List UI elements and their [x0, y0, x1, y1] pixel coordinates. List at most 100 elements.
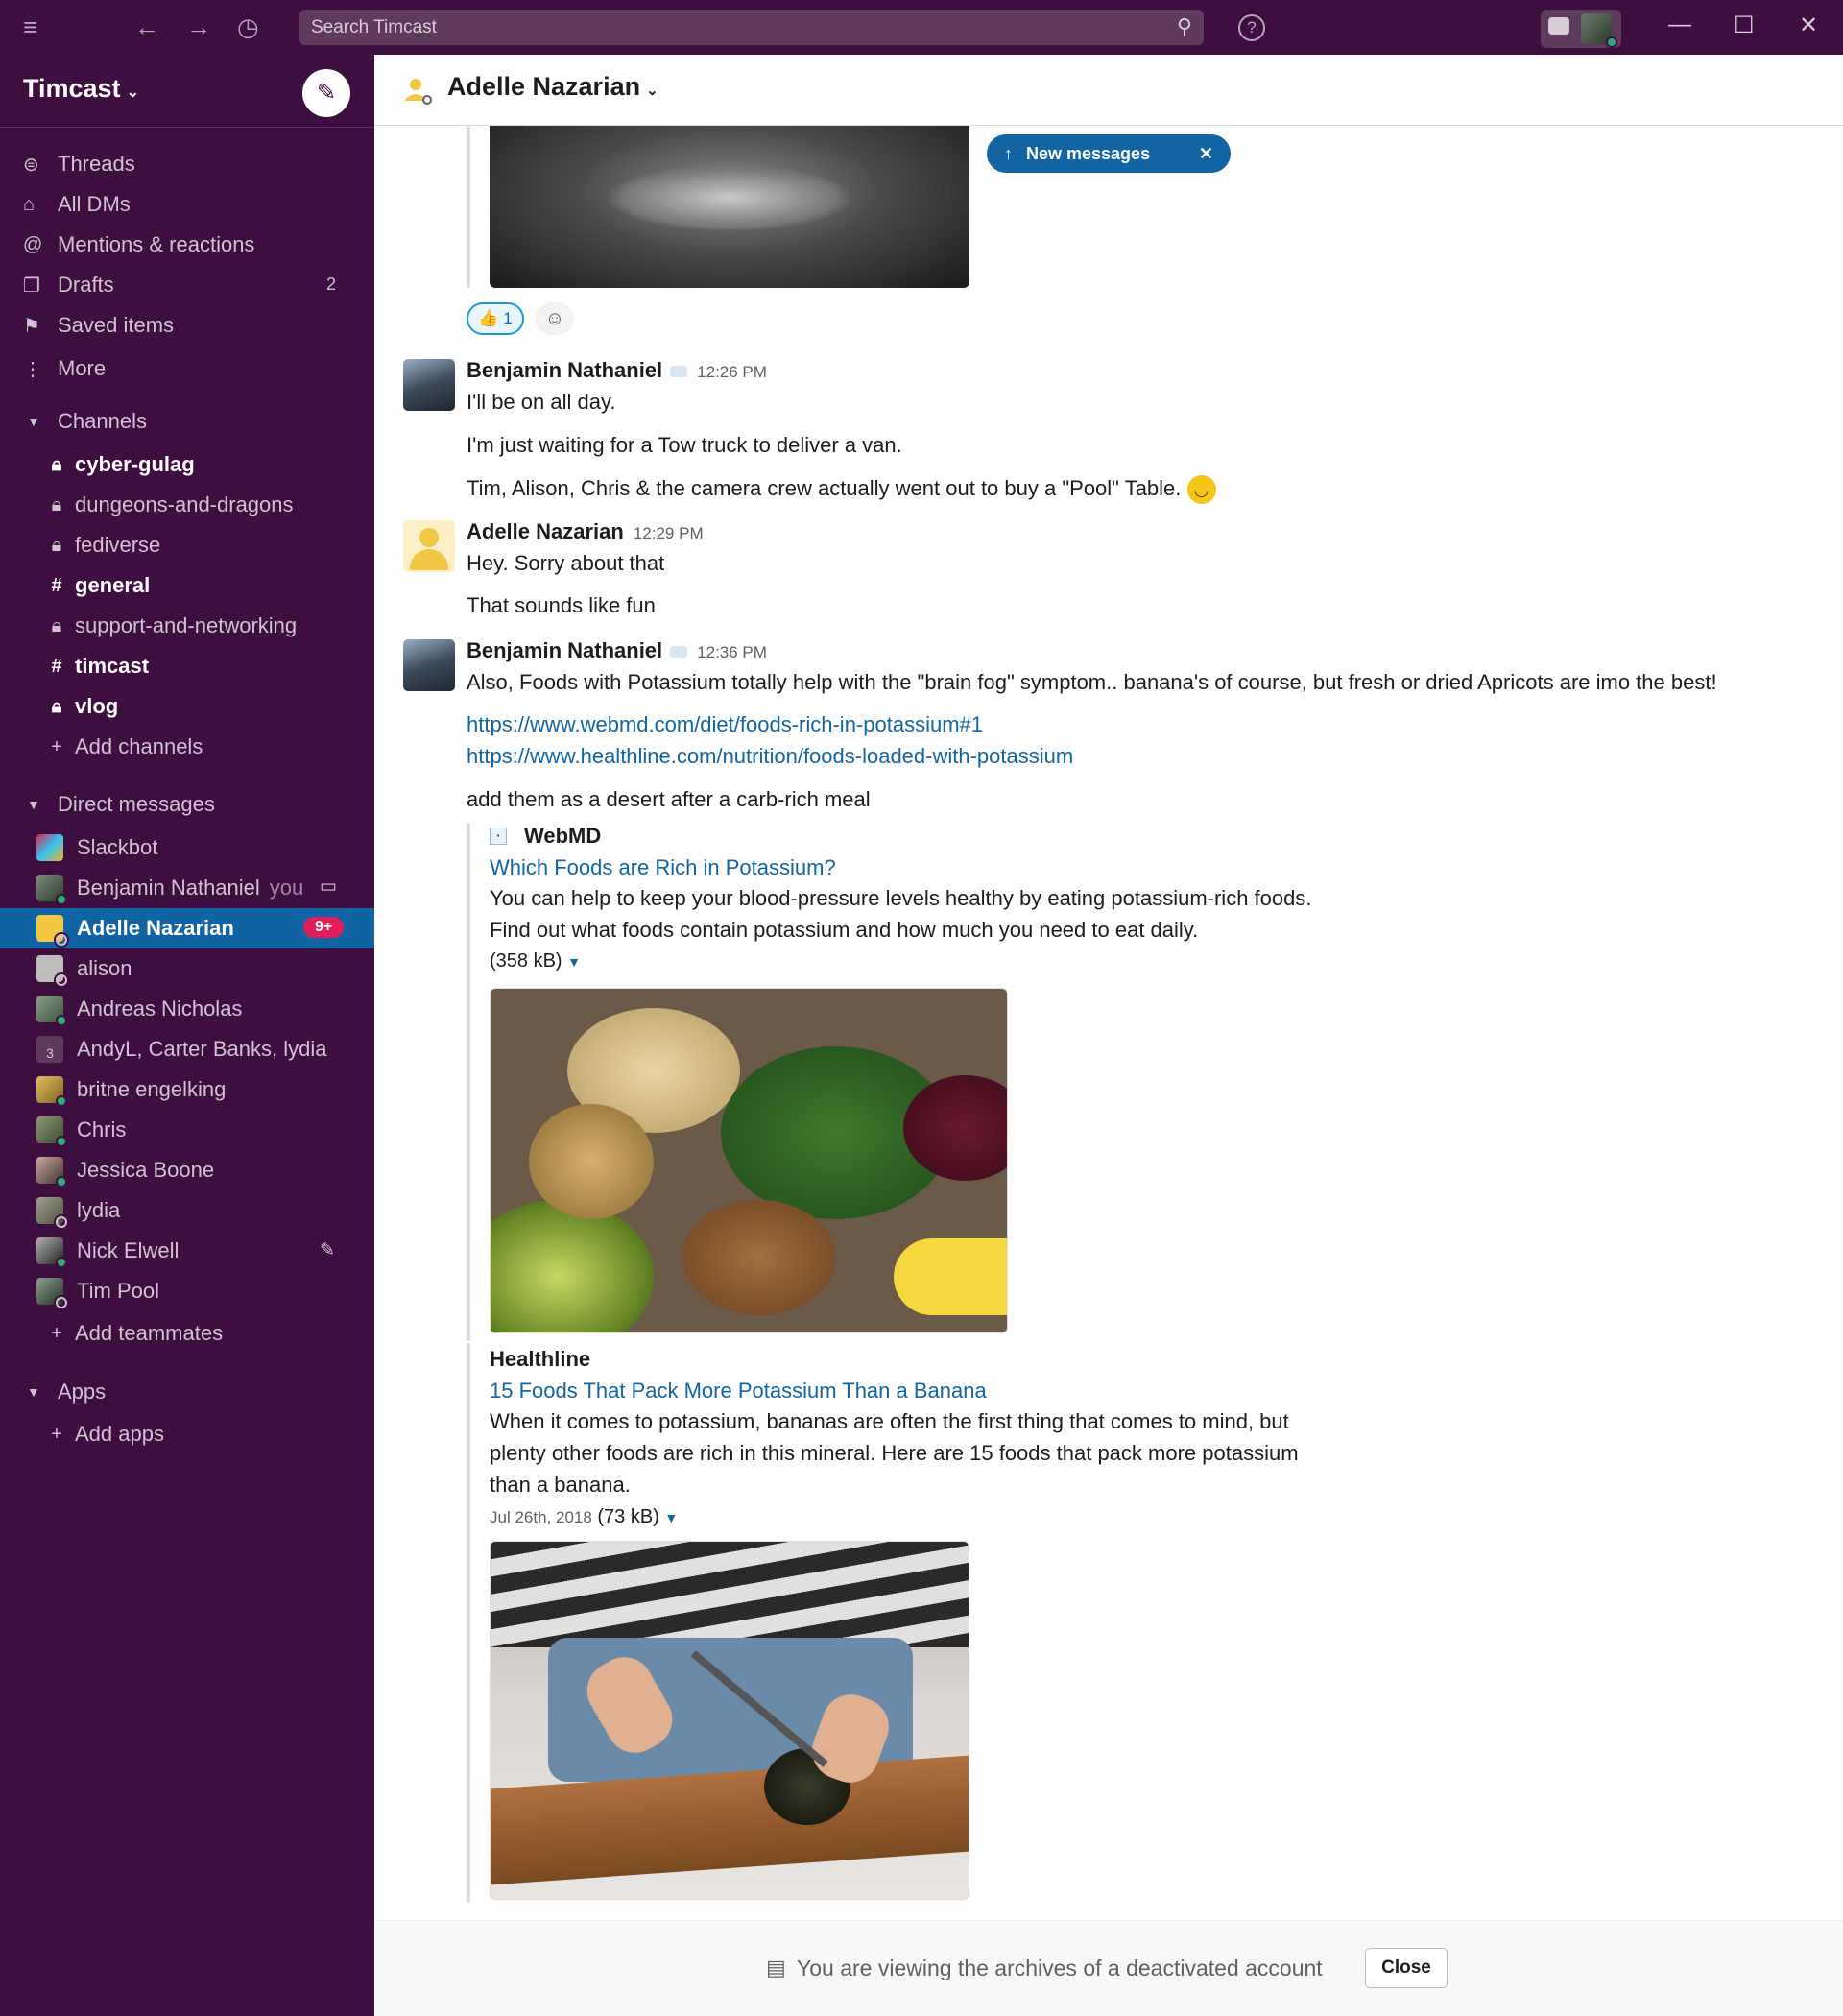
- workspace-menu[interactable]: Timcast ⌄: [23, 74, 139, 104]
- channel-timcast[interactable]: # timcast: [38, 649, 149, 684]
- sender-name[interactable]: Adelle Nazarian: [467, 519, 624, 543]
- status-dot: [56, 894, 67, 905]
- avocado-cutting-image[interactable]: [490, 1541, 969, 1900]
- apps-section-header[interactable]: ▼ Apps: [27, 1380, 106, 1404]
- dm-benjamin-nathaniel[interactable]: Benjamin Nathaniel you ▭: [0, 868, 374, 908]
- close-icon[interactable]: ✕: [1199, 144, 1213, 164]
- dm-name: Slackbot: [77, 835, 158, 859]
- channel-fediverse[interactable]: 🔒︎ fediverse: [38, 528, 161, 563]
- back-arrow-icon[interactable]: ←: [134, 12, 159, 42]
- hamburger-menu-icon[interactable]: ≡: [23, 12, 37, 42]
- message-sender: Benjamin Nathaniel 12:36 PM: [467, 638, 767, 663]
- dm-britne-engelking[interactable]: britne engelking: [0, 1069, 374, 1110]
- add-teammates-button[interactable]: + Add teammates: [38, 1316, 223, 1351]
- lock-icon: 🔒︎: [51, 695, 62, 717]
- nav-saved-items[interactable]: ⚑ Saved items: [23, 308, 174, 343]
- sender-name[interactable]: Benjamin Nathaniel: [467, 638, 662, 662]
- dms-section-header[interactable]: ▼ Direct messages: [27, 792, 215, 817]
- unread-badge: 9+: [303, 917, 345, 938]
- close-window-icon[interactable]: ✕: [1799, 12, 1818, 39]
- chevron-down-icon: ⌄: [126, 84, 139, 101]
- dm-alison[interactable]: alison: [0, 948, 374, 989]
- bookmark-icon: ⚑: [23, 315, 40, 337]
- compose-icon[interactable]: ✎: [302, 69, 350, 117]
- channels-section-header[interactable]: ▼ Channels: [27, 409, 147, 434]
- unfurl-title-link[interactable]: Which Foods are Rich in Potassium?: [490, 855, 836, 880]
- timestamp[interactable]: 12:29 PM: [634, 524, 704, 542]
- reaction-thumbs-up[interactable]: 👍 1: [467, 302, 524, 335]
- caret-down-icon[interactable]: ▼: [567, 954, 581, 970]
- search-placeholder: Search Timcast: [311, 17, 437, 37]
- nav-all-dms[interactable]: ⌂ All DMs: [23, 187, 131, 222]
- dm-jessica-boone[interactable]: Jessica Boone: [0, 1150, 374, 1190]
- avatar[interactable]: [403, 639, 455, 691]
- message-link[interactable]: https://www.healthline.com/nutrition/foo…: [467, 744, 1073, 769]
- avatar: [36, 955, 67, 986]
- history-clock-icon[interactable]: ◷: [237, 12, 259, 42]
- channel-vlog[interactable]: 🔒︎ vlog: [38, 689, 119, 724]
- dm-tim-pool[interactable]: Tim Pool: [0, 1271, 374, 1311]
- nav-threads[interactable]: ⊜ Threads: [23, 147, 135, 181]
- unfurl-meta: (358 kB) ▼: [490, 950, 581, 972]
- arrow-up-icon: ↑: [1004, 143, 1013, 163]
- dm-chris[interactable]: Chris: [0, 1110, 374, 1150]
- channel-cyber-gulag[interactable]: 🔒︎ cyber-gulag: [38, 447, 195, 482]
- nav-more[interactable]: ⋮ More: [23, 351, 106, 386]
- timestamp[interactable]: 12:26 PM: [697, 363, 767, 381]
- statue-image[interactable]: [490, 126, 969, 288]
- dm-adelle-nazarian[interactable]: Adelle Nazarian 9+: [0, 908, 374, 948]
- threads-icon: ⊜: [23, 154, 39, 176]
- dm-name: Tim Pool: [77, 1279, 159, 1303]
- forward-arrow-icon[interactable]: →: [186, 12, 211, 42]
- dm-lydia[interactable]: lydia: [0, 1190, 374, 1231]
- title-bar: ≡ ← → ◷ Search Timcast ⚲ ? — ☐ ✕: [0, 0, 1843, 55]
- chat-icon: [1548, 17, 1569, 35]
- chat-status-icon: [670, 646, 688, 659]
- user-status-button[interactable]: [1541, 10, 1621, 48]
- avatar: [36, 875, 67, 905]
- status-dot: [56, 1015, 67, 1026]
- channel-dungeons-and-dragons[interactable]: 🔒︎ dungeons-and-dragons: [38, 488, 294, 522]
- timestamp[interactable]: 12:36 PM: [697, 643, 767, 661]
- dm-nick-elwell[interactable]: Nick Elwell ✎: [0, 1231, 374, 1271]
- minimize-icon[interactable]: —: [1668, 12, 1691, 38]
- caret-down-icon[interactable]: ▼: [664, 1510, 678, 1525]
- seeds-jar: [529, 1104, 654, 1219]
- lock-icon: 🔒︎: [51, 614, 62, 636]
- sender-name[interactable]: Benjamin Nathaniel: [467, 358, 662, 382]
- message-link[interactable]: https://www.webmd.com/diet/foods-rich-in…: [467, 712, 983, 737]
- dm-name: alison: [77, 956, 132, 980]
- conversation-title-button[interactable]: Adelle Nazarian ⌄: [447, 72, 658, 102]
- add-apps-button[interactable]: + Add apps: [38, 1417, 164, 1452]
- channel-name: support-and-networking: [75, 613, 298, 637]
- status-dot: [56, 1216, 67, 1228]
- file-size: (73 kB): [597, 1506, 659, 1527]
- close-button[interactable]: Close: [1365, 1948, 1448, 1988]
- channel-general[interactable]: # general: [38, 568, 150, 603]
- avatar[interactable]: [403, 359, 455, 411]
- maximize-icon[interactable]: ☐: [1734, 12, 1755, 39]
- unfurl-title-link[interactable]: 15 Foods That Pack More Potassium Than a…: [490, 1379, 987, 1404]
- striped-shirt: [491, 1542, 969, 1647]
- dm-andreas-nicholas[interactable]: Andreas Nicholas: [0, 989, 374, 1029]
- status-dot: [56, 1095, 67, 1107]
- food-image[interactable]: [490, 988, 1008, 1333]
- avatar[interactable]: [403, 520, 455, 572]
- message-pane: Adelle Nazarian ⌄ ↑ New messages ✕ 👍 1 ☺ …: [374, 55, 1843, 2016]
- help-icon[interactable]: ?: [1238, 14, 1265, 41]
- status-dot: [56, 1176, 67, 1188]
- online-status-dot: [1606, 36, 1617, 48]
- nav-drafts[interactable]: ❐ Drafts: [23, 268, 114, 302]
- dm-slackbot[interactable]: Slackbot: [0, 828, 374, 868]
- channel-support-and-networking[interactable]: 🔒︎ support-and-networking: [38, 609, 297, 643]
- new-messages-banner[interactable]: ↑ New messages ✕: [987, 134, 1231, 173]
- add-reaction-icon[interactable]: ☺: [536, 302, 574, 335]
- archive-notice: You are viewing the archives of a deacti…: [797, 1956, 1323, 1980]
- plus-icon: +: [51, 735, 62, 757]
- nav-label: More: [58, 356, 107, 380]
- nav-mentions[interactable]: @ Mentions & reactions: [23, 228, 254, 262]
- add-channels-button[interactable]: + Add channels: [38, 730, 203, 764]
- dm-group-andyl-carter-lydia[interactable]: 3 AndyL, Carter Banks, lydia: [0, 1029, 374, 1069]
- webmd-favicon-icon: ▪: [490, 828, 507, 845]
- search-input[interactable]: Search Timcast ⚲: [299, 10, 1204, 45]
